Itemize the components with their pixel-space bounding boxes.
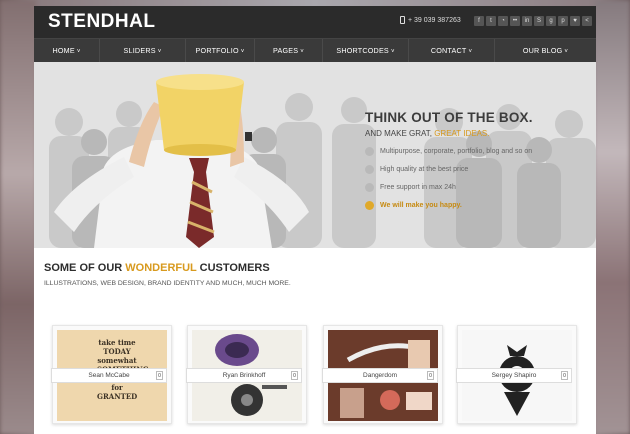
- customer-card[interactable]: take time TODAY somewhat SOMETHING YOU A…: [51, 325, 172, 424]
- customer-name-label: Dangerdom 0: [322, 368, 438, 383]
- nav-item-contact[interactable]: CONTACT ˅: [409, 39, 495, 63]
- star-icon: [365, 165, 374, 174]
- customer-card[interactable]: Dangerdom 0: [322, 325, 443, 424]
- header-topbar: STENDHAL + 39 039 387263 f t ◔ •• in S g…: [34, 6, 596, 38]
- chevron-down-icon: ˅: [300, 49, 304, 55]
- customers-subtitle: ILLUSTRATIONS, WEB DESIGN, BRAND IDENTIT…: [44, 280, 291, 287]
- nav-item-home[interactable]: HOME ˅: [34, 39, 100, 63]
- hero-feature-item: Free support in max 24h: [365, 183, 533, 192]
- nav-item-shortcodes[interactable]: SHORTCODES ˅: [323, 39, 409, 63]
- phone-number: + 39 039 387263: [400, 16, 461, 24]
- social-links: f t ◔ •• in S g p ♥ <: [474, 16, 592, 26]
- customer-name-label: Sean McCabe 0: [51, 368, 167, 383]
- phone-icon: [400, 16, 405, 24]
- main-nav: HOME ˅ SLIDERS ˅ PORTFOLIO ˅ PAGES ˅ SHORTCO…: [34, 38, 596, 63]
- hero-title: THINK OUT OF THE BOX.: [365, 110, 533, 125]
- bookmark-icon: 0: [427, 371, 434, 380]
- rss-icon[interactable]: ◔: [498, 16, 508, 26]
- phone-text: + 39 039 387263: [408, 16, 461, 24]
- customer-name-label: Sergey Shapiro 0: [456, 368, 572, 383]
- pinterest-icon[interactable]: p: [558, 16, 568, 26]
- linkedin-icon[interactable]: in: [522, 16, 532, 26]
- google-plus-icon[interactable]: g: [546, 16, 556, 26]
- hero-subtitle: AND MAKE GRAT, GREAT IDEAS.: [365, 129, 490, 138]
- chevron-down-icon: ˅: [76, 49, 81, 55]
- background-blur-left: [0, 0, 36, 434]
- skype-icon[interactable]: S: [534, 16, 544, 26]
- nav-item-portfolio[interactable]: PORTFOLIO ˅: [186, 39, 255, 63]
- chevron-down-icon: ˅: [390, 49, 395, 55]
- customer-name-label: Ryan Brinkhoff 0: [186, 368, 302, 383]
- nav-item-our-blog[interactable]: OUR BLOG ˅: [495, 39, 596, 63]
- share-icon[interactable]: <: [582, 16, 592, 26]
- background-blur-right: [594, 0, 630, 434]
- hero-copy: THINK OUT OF THE BOX. AND MAKE GRAT, GRE…: [365, 110, 533, 210]
- flickr-icon[interactable]: ••: [510, 16, 520, 26]
- dribbble-icon[interactable]: ♥: [570, 16, 580, 26]
- customer-card[interactable]: Sergey Shapiro 0: [456, 325, 577, 424]
- chevron-down-icon: ˅: [468, 49, 473, 55]
- hero-banner: THINK OUT OF THE BOX. AND MAKE GRAT, GRE…: [34, 62, 596, 248]
- clock-icon: [365, 183, 374, 192]
- customer-card[interactable]: Ryan Brinkhoff 0: [186, 325, 307, 424]
- chevron-down-icon: ˅: [240, 49, 245, 55]
- website-page: STENDHAL + 39 039 387263 f t ◔ •• in S g…: [34, 6, 596, 434]
- nav-item-pages[interactable]: PAGES ˅: [255, 39, 323, 63]
- chevron-down-icon: ˅: [157, 49, 162, 55]
- bookmark-icon: 0: [156, 371, 163, 380]
- hero-feature-item: High quality at the best price: [365, 165, 533, 174]
- tag-icon: [365, 147, 374, 156]
- facebook-icon[interactable]: f: [474, 16, 484, 26]
- twitter-icon[interactable]: t: [486, 16, 496, 26]
- nav-item-sliders[interactable]: SLIDERS ˅: [100, 39, 186, 63]
- hero-feature-item: Multipurpose, corporate, portfolio, blog…: [365, 147, 533, 156]
- site-logo[interactable]: STENDHAL: [48, 11, 155, 33]
- hero-feature-item: We will make you happy.: [365, 201, 533, 210]
- customers-title: SOME OF OUR WONDERFUL CUSTOMERS: [44, 262, 270, 274]
- chevron-down-icon: ˅: [564, 49, 569, 55]
- smiley-icon: [365, 201, 374, 210]
- bookmark-icon: 0: [561, 371, 568, 380]
- bookmark-icon: 0: [291, 371, 298, 380]
